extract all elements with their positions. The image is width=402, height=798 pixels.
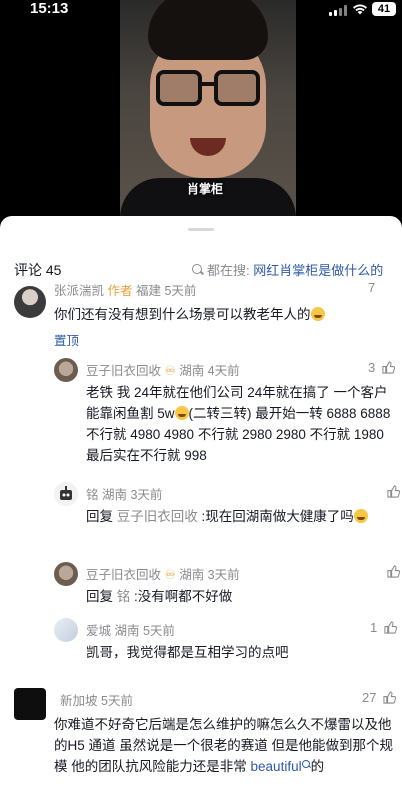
search-icon: [301, 760, 311, 769]
thumbs-up-icon: [384, 621, 397, 634]
comment-text: 你们还有没有想到什么场景可以教老年人的: [54, 304, 384, 325]
comment-author[interactable]: 张派湍凯: [54, 284, 104, 298]
robot-icon: [60, 486, 72, 500]
wifi-icon: [353, 4, 367, 15]
like-button[interactable]: [384, 484, 400, 499]
thumbs-up-icon: [382, 361, 395, 374]
video-frame: [120, 0, 296, 232]
comment-author[interactable]: 爱城: [86, 624, 111, 638]
avatar[interactable]: [54, 358, 78, 382]
avatar[interactable]: [54, 618, 78, 642]
comment-location-time: 湖南 3天前: [102, 488, 163, 502]
reply-to-user[interactable]: 豆子旧衣回收: [117, 509, 198, 524]
grin-emoji-icon: [353, 509, 368, 523]
like-button[interactable]: 7: [368, 280, 375, 295]
like-button[interactable]: [384, 564, 400, 579]
comment-count: 评论 45: [14, 262, 62, 278]
grin-emoji-icon: [310, 307, 325, 321]
comment-text: 你难道不好奇它后端是怎么维护的嘛怎么久不爆雷以及他的H5 通道 虽然说是一个很老…: [54, 717, 394, 774]
comment-location-time: 福建 5天前: [136, 284, 197, 298]
comment-location-time: 湖南 4天前: [179, 364, 240, 378]
video-player[interactable]: 肖掌柜: [0, 0, 402, 232]
related-search[interactable]: 都在搜: 网红肖掌柜是做什么的: [192, 260, 383, 279]
like-button[interactable]: 3: [368, 360, 395, 375]
video-caption: 肖掌柜: [187, 182, 224, 196]
comment-author[interactable]: 铭: [86, 488, 99, 502]
search-icon: [192, 264, 204, 276]
cellular-signal-icon: [329, 5, 347, 16]
avatar[interactable]: [54, 482, 78, 506]
comment-author[interactable]: 新加坡: [60, 694, 98, 708]
comment-author[interactable]: 豆子旧衣回收: [86, 568, 161, 582]
author-tag: 作者: [107, 284, 133, 298]
comment-text: 回复 豆子旧衣回收 :现在回湖南做大健康了吗: [86, 506, 396, 527]
like-count: 3: [368, 360, 376, 375]
thumbs-up-icon: [387, 485, 400, 498]
comment-author[interactable]: 豆子旧衣回收: [86, 364, 161, 378]
comment-text: 凯哥，我觉得都是互相学习的点吧: [86, 645, 289, 660]
thumbs-up-icon: [383, 691, 397, 704]
like-count: 1: [370, 620, 378, 635]
glasses: [156, 70, 260, 106]
search-query-link[interactable]: 网红肖掌柜是做什么的: [253, 263, 383, 278]
comment-sheet: 评论 45 都在搜: 网红肖掌柜是做什么的 张派湍凯 作者 福建 5天前 7 你…: [0, 216, 402, 798]
comment-location-time: 湖南 5天前: [114, 624, 175, 638]
like-button[interactable]: 27: [362, 690, 397, 705]
sheet-drag-handle[interactable]: [188, 228, 214, 231]
comment-sheet-header: 评论 45 都在搜: 网红肖掌柜是做什么的: [0, 256, 402, 282]
battery-indicator: 41: [372, 2, 396, 16]
like-count: 27: [362, 690, 377, 705]
search-prefix: 都在搜:: [207, 263, 250, 278]
comment-text: 老铁 我 24年就在他们公司 24年就在搞了 一个客户能靠闲鱼割 5w (二转三转…: [86, 385, 391, 463]
avatar[interactable]: [14, 688, 46, 720]
like-button[interactable]: 1: [370, 620, 397, 635]
search-keyword-link[interactable]: beautiful: [251, 759, 311, 774]
avatar[interactable]: [54, 562, 78, 586]
comment-location-time: 5天前: [101, 694, 133, 708]
avatar[interactable]: [14, 286, 46, 318]
status-time: 15:13: [30, 0, 69, 17]
pinned-label: 置顶: [54, 334, 80, 348]
status-bar: 15:13 41: [0, 0, 402, 20]
reply-to-user[interactable]: 铭: [117, 589, 131, 604]
sweat-emoji-icon: [174, 406, 189, 420]
thumbs-up-icon: [387, 565, 400, 578]
like-count: 7: [368, 280, 376, 295]
comment-location-time: 湖南 3天前: [179, 568, 240, 582]
comment-text: 回复 铭 :没有啊都不好做: [86, 589, 233, 604]
